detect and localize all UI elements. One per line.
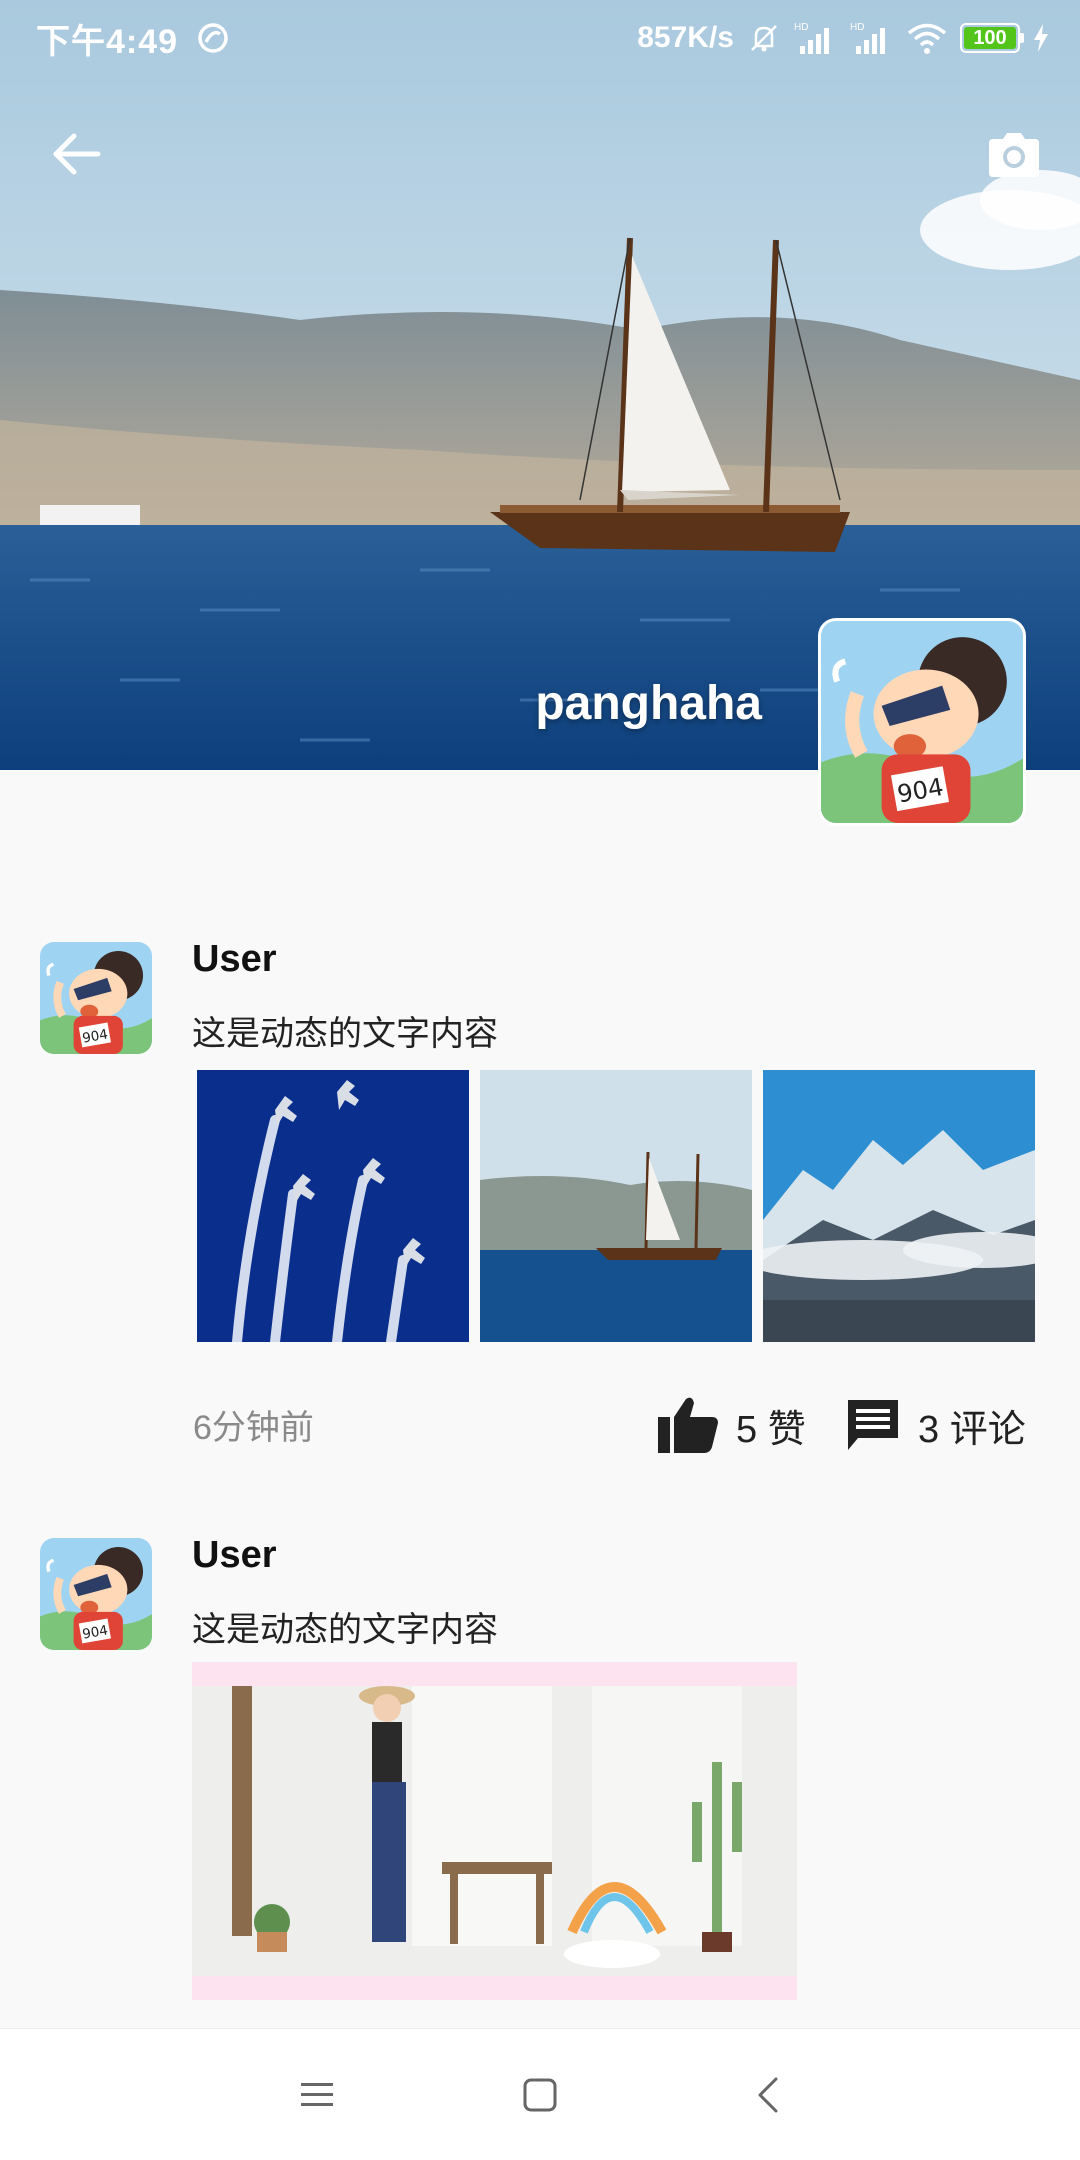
back-button[interactable] (40, 118, 112, 190)
home-button[interactable] (504, 2059, 576, 2131)
thumbs-up-icon (658, 1397, 718, 1453)
profile-username: panghaha (535, 677, 762, 730)
camera-icon (989, 133, 1039, 177)
status-time: 下午4:49 (36, 22, 179, 61)
planes-formation-image (197, 1070, 469, 1342)
status-bar: 下午4:49 857K/s HD HD 100 (0, 0, 1080, 76)
hd-signal-icon: HD (850, 22, 885, 54)
post-avatar[interactable] (40, 942, 152, 1054)
post-time: 6分钟前 (193, 1409, 314, 1447)
battery-level: 100 (973, 26, 1007, 49)
avatar-image (40, 1538, 152, 1650)
camera-button[interactable] (974, 118, 1054, 190)
post-text: 这是动态的文字内容 (192, 1611, 498, 1649)
system-nav-bar (0, 2028, 1080, 2160)
svg-text:HD: HD (850, 22, 864, 33)
menu-icon (301, 2083, 333, 2106)
charging-icon (1034, 24, 1048, 52)
arrow-left-icon (53, 133, 101, 175)
hd-signal-icon: HD (794, 22, 829, 54)
comment-icon (848, 1400, 898, 1450)
post-video[interactable] (192, 1662, 797, 2000)
post-meta: 6分钟前 5 赞 3 评论 (0, 1390, 1080, 1460)
video-thumbnail-image (192, 1662, 797, 2000)
avatar-image (40, 942, 152, 1054)
post-username[interactable]: User (192, 938, 277, 981)
comment-count: 3 评论 (918, 1408, 1026, 1451)
battery-icon: 100 (960, 23, 1024, 53)
moments-page: 下午4:49 857K/s HD HD 100 panghaha User 这是… (0, 0, 1080, 2160)
profile-avatar[interactable] (818, 618, 1026, 826)
like-button[interactable]: 5 赞 (656, 1390, 806, 1460)
back-chevron-icon (758, 2077, 778, 2113)
home-square-icon (523, 2078, 557, 2112)
mute-bell-icon (751, 25, 777, 52)
like-count: 5 赞 (736, 1408, 806, 1451)
sync-icon (198, 23, 228, 53)
sailboat-image (480, 1070, 752, 1342)
snowy-mountains-image (763, 1070, 1035, 1342)
network-speed: 857K/s (637, 21, 734, 54)
system-back-button[interactable] (732, 2059, 804, 2131)
wifi-icon (907, 23, 947, 54)
post-image[interactable] (480, 1070, 752, 1342)
comment-button[interactable]: 3 评论 (844, 1390, 1026, 1460)
avatar-image (821, 621, 1023, 823)
menu-button[interactable] (281, 2059, 353, 2131)
status-left: 下午4:49 (36, 14, 230, 63)
post-image[interactable] (763, 1070, 1035, 1342)
post-text: 这是动态的文字内容 (192, 1015, 498, 1053)
post-avatar[interactable] (40, 1538, 152, 1650)
status-right: 857K/s HD HD 100 (637, 20, 1050, 56)
post-image-grid (197, 1070, 1035, 1342)
post-username[interactable]: User (192, 1534, 277, 1577)
svg-text:HD: HD (794, 22, 808, 33)
post-image[interactable] (197, 1070, 469, 1342)
